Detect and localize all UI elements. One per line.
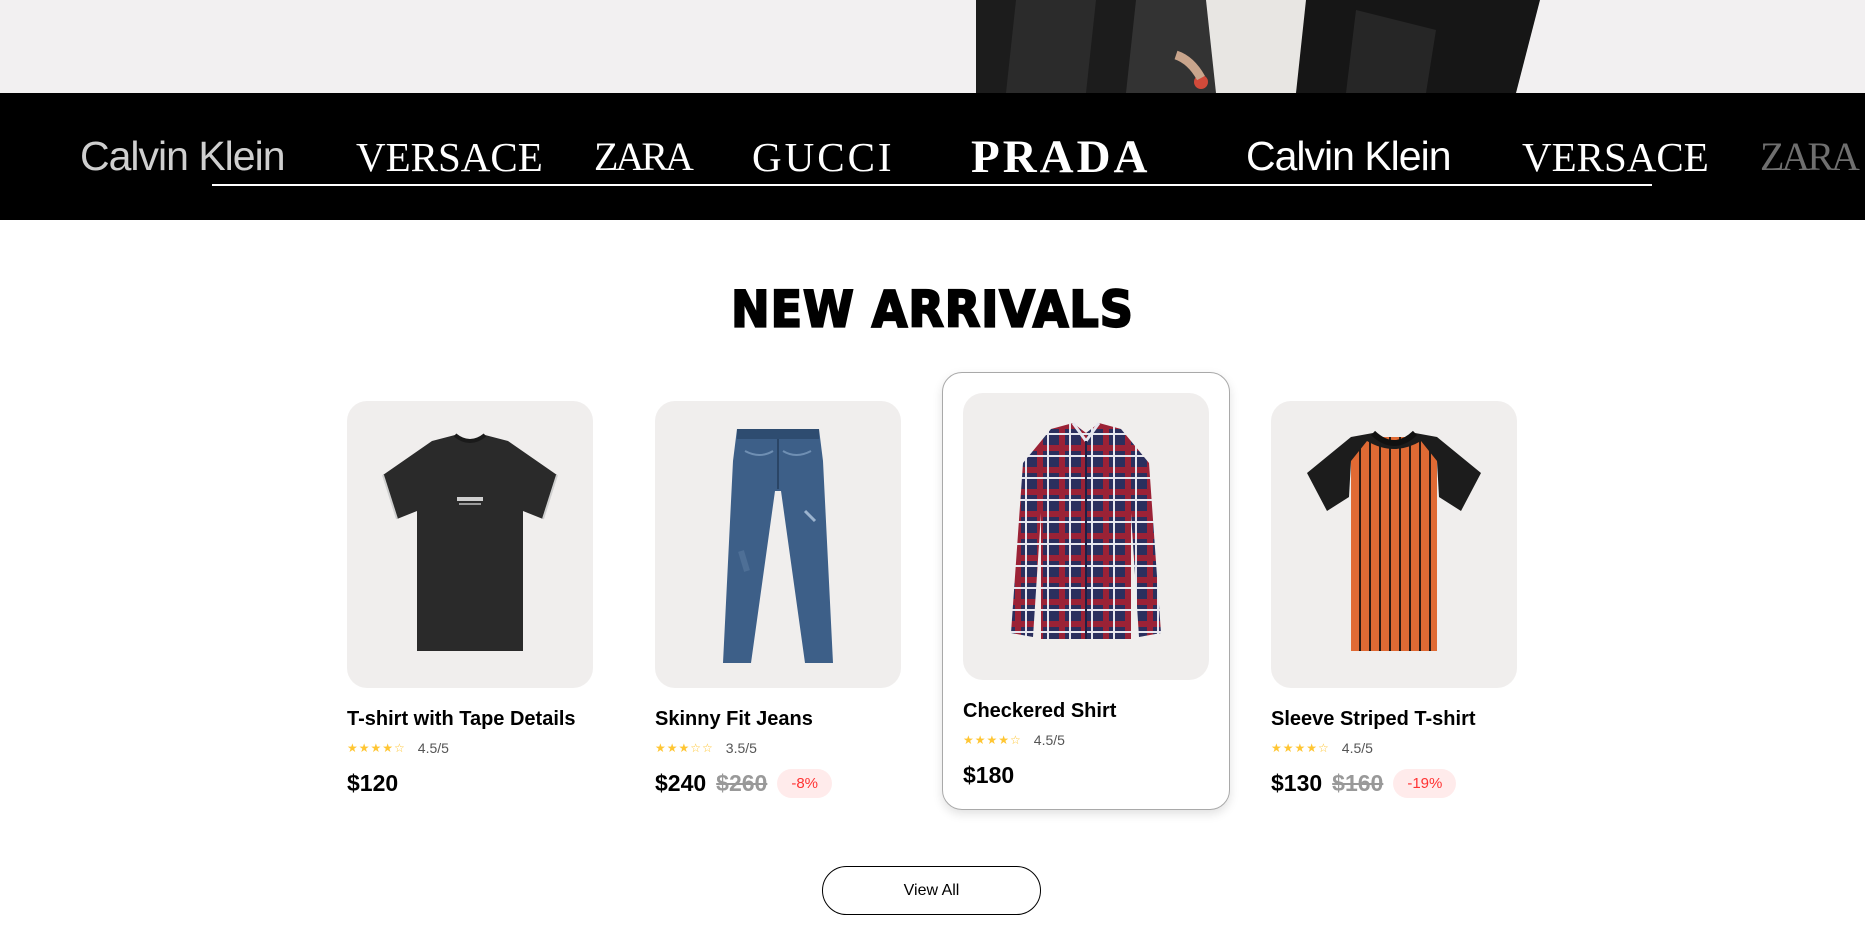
product-image[interactable] — [655, 401, 901, 688]
brand-logo-zara-2: ZARA — [1760, 134, 1860, 179]
product-name[interactable]: Checkered Shirt — [963, 700, 1209, 723]
section-title: NEW ARRIVALS — [730, 279, 1134, 339]
rating-value: 4.5/5 — [1033, 732, 1065, 748]
checkered-shirt-icon — [1011, 422, 1161, 639]
price-row: $130 $160 -19% — [1271, 767, 1517, 799]
product-price: $120 — [347, 769, 399, 796]
product-card[interactable]: Sleeve Striped T-shirt ★★★★☆ 4.5/5 $130 … — [1271, 401, 1517, 799]
product-price: $130 — [1271, 769, 1323, 796]
striped-tshirt-icon — [1307, 430, 1481, 651]
brand-logo-calvin-klein-2: Calvin Klein — [1246, 133, 1451, 179]
product-price: $180 — [963, 761, 1015, 788]
hero-models-image — [976, 0, 1540, 93]
price-row: $240 $260 -8% — [655, 767, 901, 799]
view-all-button[interactable]: View All — [822, 866, 1041, 915]
product-price: $240 — [655, 769, 707, 796]
discount-badge: -19% — [1393, 768, 1457, 798]
product-name[interactable]: Sleeve Striped T-shirt — [1271, 708, 1517, 731]
rating-value: 3.5/5 — [725, 740, 757, 756]
brand-logo-versace-2: VERSACE — [1522, 133, 1709, 180]
brand-logo-gucci: GUCCI — [752, 133, 895, 180]
price-row: $180 — [963, 759, 1209, 791]
product-old-price: $260 — [716, 769, 768, 796]
product-rating: ★★★★☆ 4.5/5 — [347, 739, 593, 757]
brand-strip: Calvin Klein VERSACE ZARA GUCCI PRADA Ca… — [0, 93, 1865, 220]
star-rating-icon: ★★★★☆ — [347, 741, 406, 755]
discount-badge: -8% — [777, 768, 833, 798]
brand-logo-versace: VERSACE — [356, 133, 543, 180]
hero-banner — [0, 0, 1865, 93]
brand-logo-prada: PRADA — [971, 130, 1151, 183]
product-name[interactable]: T-shirt with Tape Details — [347, 708, 593, 731]
product-card-active[interactable]: Checkered Shirt ★★★★☆ 4.5/5 $180 — [942, 372, 1230, 810]
product-image[interactable] — [1271, 401, 1517, 688]
product-rating: ★★★★☆ 4.5/5 — [1271, 739, 1517, 757]
brand-logo-calvin-klein: Calvin Klein — [80, 133, 285, 179]
rating-value: 4.5/5 — [417, 740, 449, 756]
product-old-price: $160 — [1332, 769, 1384, 796]
rating-value: 4.5/5 — [1341, 740, 1373, 756]
product-image[interactable] — [347, 401, 593, 688]
price-row: $120 — [347, 767, 593, 799]
star-rating-icon: ★★★★☆ — [963, 733, 1022, 747]
product-card[interactable]: T-shirt with Tape Details ★★★★☆ 4.5/5 $1… — [347, 401, 593, 799]
product-name[interactable]: Skinny Fit Jeans — [655, 708, 901, 731]
product-rating: ★★★★☆ 4.5/5 — [963, 731, 1209, 749]
product-rating: ★★★☆☆ 3.5/5 — [655, 739, 901, 757]
jeans-icon — [723, 429, 833, 663]
tshirt-icon — [382, 433, 558, 651]
star-rating-icon: ★★★★☆ — [1271, 741, 1330, 755]
product-card[interactable]: Skinny Fit Jeans ★★★☆☆ 3.5/5 $240 $260 -… — [655, 401, 901, 799]
star-rating-icon: ★★★☆☆ — [655, 741, 714, 755]
brand-logo-zara: ZARA — [594, 134, 694, 179]
product-image[interactable] — [963, 393, 1209, 680]
